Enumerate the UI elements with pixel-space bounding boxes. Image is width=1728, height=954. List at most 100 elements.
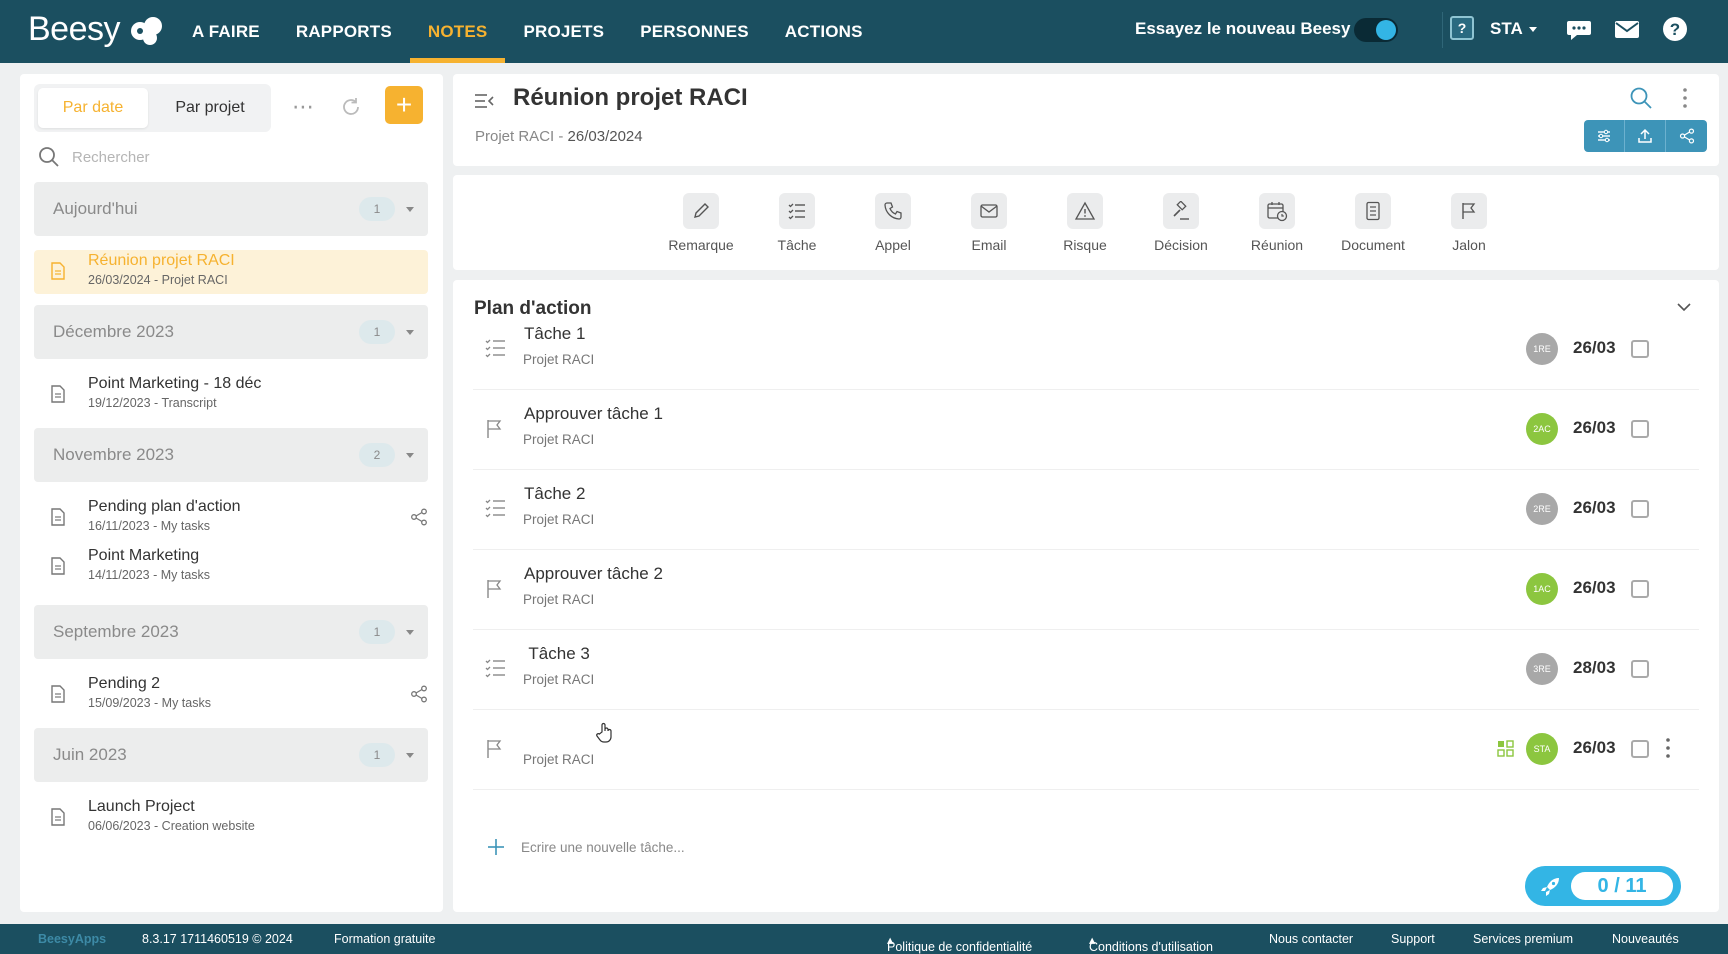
note-item[interactable]: Launch Project 06/06/2023 - Creation web… <box>34 796 428 840</box>
task-due-date[interactable]: 28/03 <box>1573 658 1616 678</box>
collapse-sidebar-icon[interactable] <box>473 90 495 112</box>
type-decision-button[interactable]: Décision <box>1136 193 1226 253</box>
nav-personnes[interactable]: PERSONNES <box>622 0 767 63</box>
footer-premium-link[interactable]: Services premium <box>1473 932 1573 946</box>
mail-icon[interactable] <box>1614 16 1640 42</box>
new-task-placeholder[interactable]: Ecrire une nouvelle tâche... <box>521 840 685 855</box>
share-button[interactable] <box>1666 120 1707 152</box>
note-item[interactable]: Pending plan d'action 16/11/2023 - My ta… <box>34 496 428 540</box>
search-icon <box>39 147 59 167</box>
nav-notes[interactable]: NOTES <box>409 0 506 63</box>
task-row[interactable]: Tâche 2 Projet RACI 2RE 26/03 <box>473 470 1699 550</box>
avatar[interactable]: 1AC <box>1526 573 1558 605</box>
task-checkbox[interactable] <box>1631 740 1649 758</box>
task-row[interactable]: Tâche 1 Projet RACI 1RE 26/03 <box>473 310 1699 390</box>
share-icon[interactable] <box>410 685 428 703</box>
nav-rapports[interactable]: RAPPORTS <box>278 0 410 63</box>
avatar[interactable]: 3RE <box>1526 653 1558 685</box>
group-decembre-2023[interactable]: Décembre 2023 1 <box>34 305 428 359</box>
task-title[interactable]: Tâche 3 <box>524 644 589 664</box>
group-aujourdhui[interactable]: Aujourd'hui 1 <box>34 182 428 236</box>
avatar[interactable]: 2AC <box>1526 413 1558 445</box>
type-document-button[interactable]: Document <box>1328 193 1418 253</box>
footer-news-link[interactable]: Nouveautés <box>1612 932 1679 946</box>
kebab-menu-icon[interactable] <box>1679 86 1691 110</box>
avatar[interactable]: 2RE <box>1526 493 1558 525</box>
toggle-knob <box>1376 20 1396 40</box>
task-project: Projet RACI <box>523 672 595 687</box>
new-task-row[interactable]: Ecrire une nouvelle tâche... <box>487 838 685 856</box>
type-reunion-button[interactable]: Réunion <box>1232 193 1322 253</box>
try-new-beesy-toggle[interactable] <box>1354 18 1398 42</box>
gavel-icon <box>1173 201 1189 220</box>
add-note-button[interactable]: + <box>385 86 423 124</box>
app-logo[interactable]: Beesy <box>28 10 166 49</box>
notes-search-input[interactable] <box>72 148 372 166</box>
avatar[interactable]: 1RE <box>1526 333 1558 365</box>
user-menu[interactable]: STA <box>1490 19 1537 39</box>
task-due-date[interactable]: 26/03 <box>1573 738 1616 758</box>
document-icon <box>51 557 65 575</box>
note-action-buttons <box>1584 120 1707 152</box>
task-checkbox[interactable] <box>1631 500 1649 518</box>
footer-contact-link[interactable]: Nous contacter <box>1269 932 1353 946</box>
nav-actions[interactable]: ACTIONS <box>767 0 881 63</box>
type-label: Document <box>1341 237 1405 253</box>
help-box-icon[interactable]: ? <box>1450 16 1474 40</box>
type-appel-button[interactable]: Appel <box>848 193 938 253</box>
search-icon[interactable] <box>1629 86 1653 110</box>
type-jalon-button[interactable]: Jalon <box>1424 193 1514 253</box>
help-circle-icon[interactable]: ? <box>1662 16 1688 42</box>
kebab-menu-icon[interactable] <box>1663 736 1673 760</box>
nav-a-faire[interactable]: A FAIRE <box>174 0 278 63</box>
footer-logo[interactable]: BeesyApps <box>38 932 106 946</box>
task-title[interactable]: Approuver tâche 2 <box>524 564 663 584</box>
task-due-date[interactable]: 26/03 <box>1573 498 1616 518</box>
task-due-date[interactable]: 26/03 <box>1573 418 1616 438</box>
task-row[interactable]: Approuver tâche 2 Projet RACI 1AC 26/03 <box>473 550 1699 630</box>
task-checkbox[interactable] <box>1631 660 1649 678</box>
footer-training-link[interactable]: Formation gratuite <box>334 932 435 946</box>
type-tache-button[interactable]: Tâche <box>752 193 842 253</box>
tab-par-date[interactable]: Par date <box>38 88 148 128</box>
progress-button[interactable]: 0 / 11 <box>1525 866 1681 906</box>
more-options-icon[interactable]: ⋯ <box>292 94 315 120</box>
footer-support-link[interactable]: Support <box>1391 932 1435 946</box>
tab-par-projet[interactable]: Par projet <box>154 88 266 128</box>
footer-terms-link[interactable]: Conditions d'utilisation ▴ <box>1089 932 1213 954</box>
chat-icon[interactable] <box>1566 16 1592 42</box>
share-icon[interactable] <box>410 508 428 526</box>
task-checkbox[interactable] <box>1631 420 1649 438</box>
task-title[interactable]: Approuver tâche 1 <box>524 404 663 424</box>
group-label: Aujourd'hui <box>53 199 138 218</box>
note-item[interactable]: Réunion projet RACI 26/03/2024 - Projet … <box>34 250 428 294</box>
type-risque-button[interactable]: Risque <box>1040 193 1130 253</box>
export-button[interactable] <box>1625 120 1666 152</box>
task-due-date[interactable]: 26/03 <box>1573 338 1616 358</box>
footer-privacy-link[interactable]: Politique de confidentialité ▴ <box>887 932 1032 954</box>
task-row[interactable]: Tâche 3 Projet RACI 3RE 28/03 <box>473 630 1699 710</box>
task-row[interactable]: Approuver tâche 1 Projet RACI 2AC 26/03 <box>473 390 1699 470</box>
note-item[interactable]: Point Marketing 14/11/2023 - My tasks <box>34 545 428 589</box>
footer: BeesyApps 8.3.17 1711460519 © 2024 Forma… <box>0 924 1728 954</box>
note-item[interactable]: Point Marketing - 18 déc 19/12/2023 - Tr… <box>34 373 428 417</box>
note-item[interactable]: Pending 2 15/09/2023 - My tasks <box>34 673 428 717</box>
grid-apps-icon[interactable] <box>1497 740 1515 758</box>
type-remarque-button[interactable]: Remarque <box>656 193 746 253</box>
avatar[interactable]: STA <box>1526 733 1558 765</box>
task-title[interactable]: Tâche 2 <box>524 484 585 504</box>
task-title[interactable]: Tâche 1 <box>524 324 585 344</box>
refresh-icon[interactable] <box>340 96 362 118</box>
footer-terms-label: Conditions d'utilisation <box>1089 940 1213 954</box>
task-checkbox[interactable] <box>1631 340 1649 358</box>
group-novembre-2023[interactable]: Novembre 2023 2 <box>34 428 428 482</box>
group-juin-2023[interactable]: Juin 2023 1 <box>34 728 428 782</box>
task-row[interactable]: Projet RACI STA 26/03 <box>473 710 1699 790</box>
type-email-button[interactable]: Email <box>944 193 1034 253</box>
task-checkbox[interactable] <box>1631 580 1649 598</box>
note-project[interactable]: Projet RACI <box>475 128 554 145</box>
task-due-date[interactable]: 26/03 <box>1573 578 1616 598</box>
group-septembre-2023[interactable]: Septembre 2023 1 <box>34 605 428 659</box>
filter-settings-button[interactable] <box>1584 120 1625 152</box>
nav-projets[interactable]: PROJETS <box>505 0 622 63</box>
